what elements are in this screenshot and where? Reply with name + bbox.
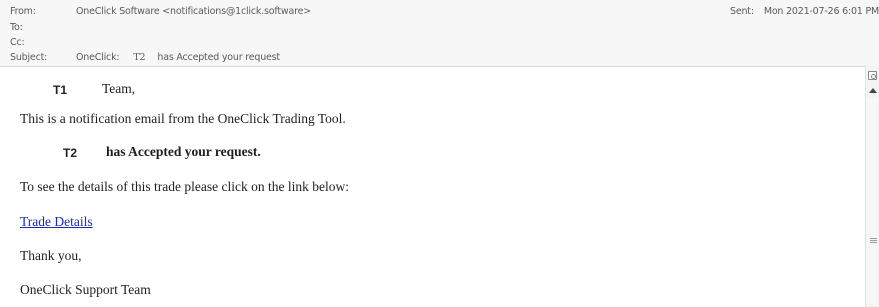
email-header: From: OneClick Software <notifications@1c… <box>0 0 879 66</box>
scrollbar-track[interactable] <box>867 98 878 305</box>
from-value[interactable]: OneClick Software <notifications@1click.… <box>76 6 311 17</box>
message-body: T1 Team, This is a notification email fr… <box>0 66 879 307</box>
to-row: To: <box>10 21 76 34</box>
accepted-text: has Accepted your request. <box>106 144 261 159</box>
greeting-team: Team, <box>102 81 136 96</box>
trade-details-link[interactable]: Trade Details <box>20 214 93 230</box>
notification-text: This is a notification email from the On… <box>20 111 346 126</box>
subject-prefix: OneClick: <box>76 52 120 63</box>
cc-label: Cc: <box>10 37 25 48</box>
sent-label: Sent: <box>730 6 754 17</box>
greeting-recipient: T1 <box>53 83 68 97</box>
vertical-scrollbar[interactable] <box>865 66 879 307</box>
arrow-up-icon[interactable] <box>869 88 877 93</box>
cc-row: Cc: <box>10 36 76 49</box>
thanks-text: Thank you, <box>20 248 82 263</box>
sent-row: Sent: Mon 2021-07-26 6:01 PM <box>730 5 879 18</box>
from-row: From: OneClick Software <notifications@1c… <box>10 5 311 18</box>
accepted-sender: T2 <box>63 146 78 160</box>
details-instruction: To see the details of this trade please … <box>20 179 349 194</box>
subject-label: Subject: <box>10 52 48 63</box>
subject-row: Subject: OneClick: T2 has Accepted your req… <box>10 51 280 64</box>
sent-value: Mon 2021-07-26 6:01 PM <box>763 6 879 17</box>
image-icon[interactable] <box>868 71 877 80</box>
signoff-text: OneClick Support Team <box>20 282 151 297</box>
subject-sender: T2 <box>133 52 146 63</box>
from-label: From: <box>10 6 36 17</box>
subject-text: has Accepted your request <box>157 52 280 63</box>
grip-icon[interactable] <box>870 238 877 244</box>
to-label: To: <box>10 22 23 33</box>
